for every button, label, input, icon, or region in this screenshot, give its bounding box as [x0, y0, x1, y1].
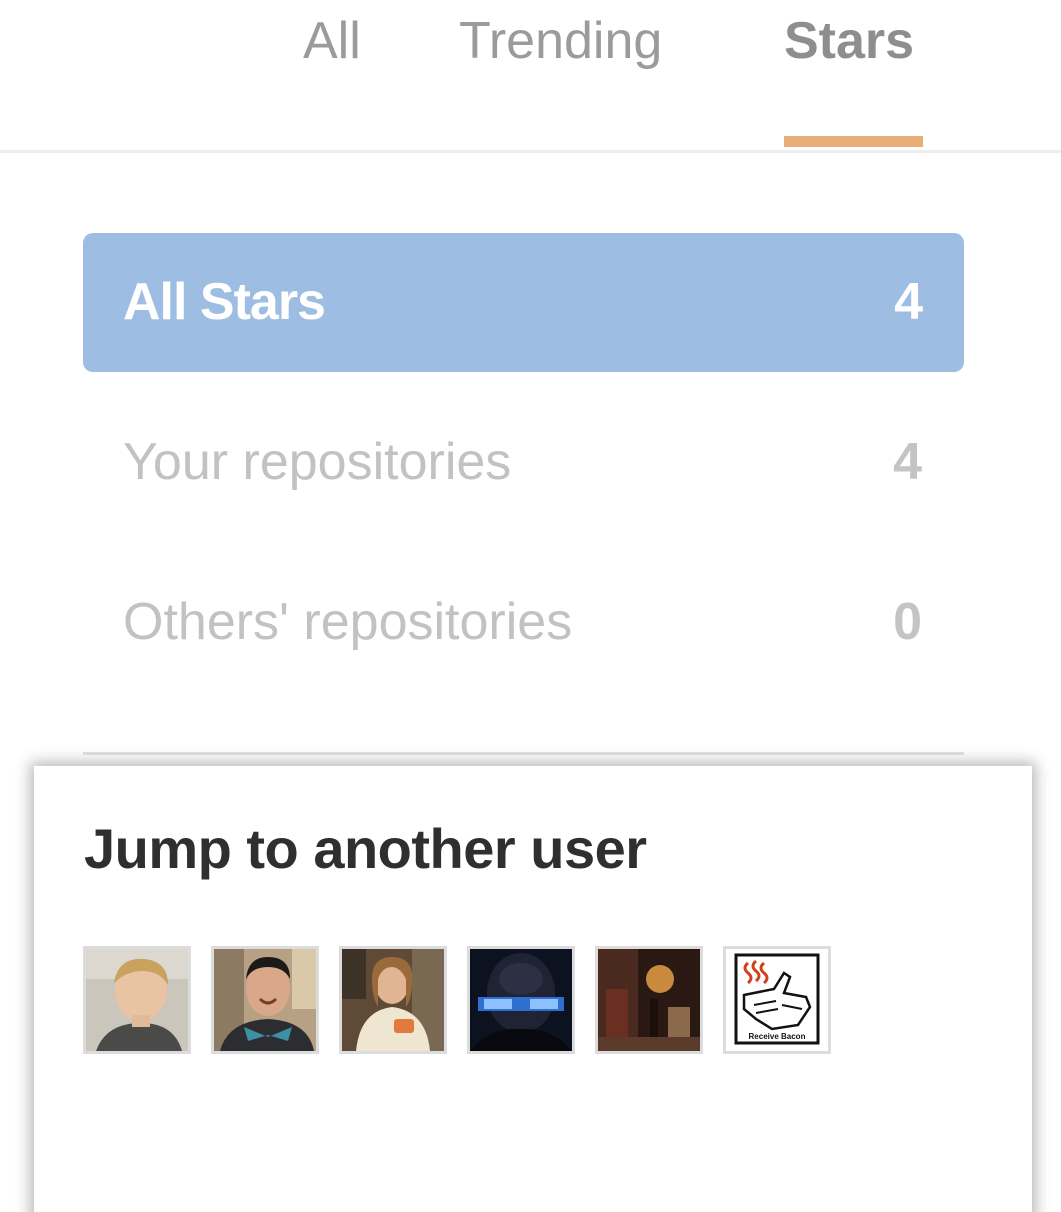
bacon-caption: Receive Bacon: [749, 1032, 806, 1041]
tab-stars[interactable]: Stars: [784, 10, 914, 72]
filter-count: 4: [894, 273, 923, 331]
tab-bar: All Trending Stars: [0, 0, 1061, 153]
user-avatar-2[interactable]: [211, 946, 319, 1054]
filter-all-stars[interactable]: All Stars 4: [83, 233, 964, 372]
tab-trending[interactable]: Trending: [459, 10, 662, 72]
filter-label: Your repositories: [123, 433, 512, 491]
filter-your-repositories[interactable]: Your repositories 4: [83, 393, 964, 532]
filter-others-repositories[interactable]: Others' repositories 0: [83, 553, 964, 692]
filter-label: All Stars: [123, 273, 326, 331]
divider: [83, 752, 964, 755]
filter-label: Others' repositories: [123, 593, 573, 651]
active-tab-indicator: [784, 136, 923, 147]
filter-count: 0: [893, 593, 922, 651]
tab-all[interactable]: All: [303, 10, 361, 72]
user-avatar-3[interactable]: [339, 946, 447, 1054]
stars-page: All Trending Stars All Stars 4 Your repo…: [0, 0, 1061, 1212]
user-avatar-1[interactable]: [83, 946, 191, 1054]
jump-to-user-popup: Jump to another user Receive Bacon: [34, 766, 1032, 1212]
receive-bacon-icon[interactable]: Receive Bacon: [723, 946, 831, 1054]
user-avatar-4[interactable]: [467, 946, 575, 1054]
popup-title: Jump to another user: [84, 817, 647, 880]
filter-count: 4: [893, 433, 922, 491]
user-avatar-5[interactable]: [595, 946, 703, 1054]
